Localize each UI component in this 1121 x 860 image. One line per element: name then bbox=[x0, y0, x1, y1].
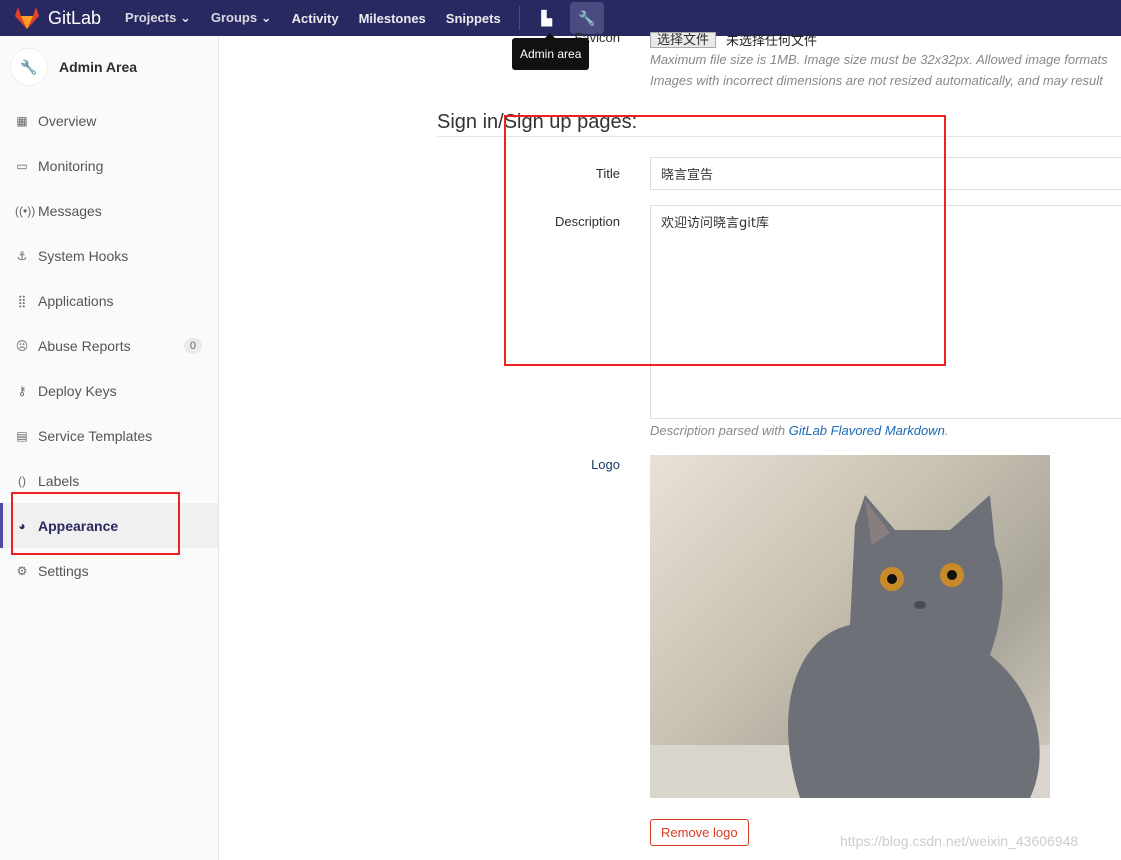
markdown-link[interactable]: GitLab Flavored Markdown bbox=[789, 423, 945, 438]
key-icon: ⚷ bbox=[17, 383, 27, 398]
sidebar-header[interactable]: 🔧 Admin Area bbox=[0, 36, 218, 98]
count-badge: 0 bbox=[183, 337, 202, 354]
favicon-help-1: Maximum file size is 1MB. Image size mus… bbox=[650, 52, 1108, 67]
logo-label: Logo bbox=[591, 457, 620, 472]
admin-area-tooltip: Admin area bbox=[512, 33, 590, 70]
annotation-box bbox=[11, 492, 180, 555]
watermark: https://blog.csdn.net/weixin_43606948 bbox=[840, 833, 1079, 849]
nav-milestones[interactable]: Milestones bbox=[359, 11, 426, 26]
logo-image bbox=[650, 455, 1050, 798]
sidebar-item-deploy-keys[interactable]: ⚷ Deploy Keys bbox=[0, 368, 218, 413]
wrench-icon: 🔧 bbox=[10, 48, 48, 86]
description-help: Description parsed with GitLab Flavored … bbox=[650, 423, 949, 438]
template-icon: ▤ bbox=[16, 428, 28, 443]
labels-icon: () bbox=[18, 473, 26, 488]
sidebar: 🔧 Admin Area ▦ Overview ▭ Monitoring ((•))… bbox=[0, 36, 219, 860]
nav-snippets[interactable]: Snippets bbox=[446, 11, 501, 26]
tanuki-icon bbox=[15, 7, 39, 29]
apps-icon: ⣿ bbox=[17, 293, 27, 308]
sidebar-item-monitoring[interactable]: ▭ Monitoring bbox=[0, 143, 218, 188]
cat-picture bbox=[650, 495, 1050, 798]
gear-icon: ⚙ bbox=[16, 563, 28, 578]
sidebar-item-applications[interactable]: ⣿ Applications bbox=[0, 278, 218, 323]
grid-icon: ▦ bbox=[16, 113, 28, 128]
choose-file-button[interactable]: 选择文件 bbox=[650, 32, 717, 48]
remove-logo-button[interactable]: Remove logo bbox=[650, 819, 749, 846]
annotation-box bbox=[504, 115, 946, 366]
sidebar-item-service-templates[interactable]: ▤ Service Templates bbox=[0, 413, 218, 458]
broadcast-icon: ((•)) bbox=[15, 203, 36, 218]
face-icon: ☹ bbox=[15, 338, 29, 353]
brand-name: GitLab bbox=[48, 7, 102, 28]
sidebar-item-system-hooks[interactable]: ⚓ System Hooks bbox=[0, 233, 218, 278]
favicon-help-2: Images with incorrect dimensions are not… bbox=[650, 73, 1103, 88]
nav-activity[interactable]: Activity bbox=[292, 11, 339, 26]
no-file-text: 未选择任何文件 bbox=[726, 33, 818, 48]
sidebar-item-overview[interactable]: ▦ Overview bbox=[0, 98, 218, 143]
nav-groups[interactable]: Groups ⌄ bbox=[211, 10, 272, 26]
sidebar-item-abuse-reports[interactable]: ☹ Abuse Reports 0 bbox=[0, 323, 218, 368]
sidebar-title: Admin Area bbox=[59, 59, 138, 75]
sidebar-item-messages[interactable]: ((•)) Messages bbox=[0, 188, 218, 233]
hook-icon: ⚓ bbox=[16, 248, 28, 263]
divider bbox=[518, 6, 520, 30]
monitor-icon: ▭ bbox=[16, 158, 28, 173]
gitlab-logo[interactable]: GitLab bbox=[14, 6, 101, 30]
nav-projects[interactable]: Projects ⌄ bbox=[125, 10, 191, 26]
